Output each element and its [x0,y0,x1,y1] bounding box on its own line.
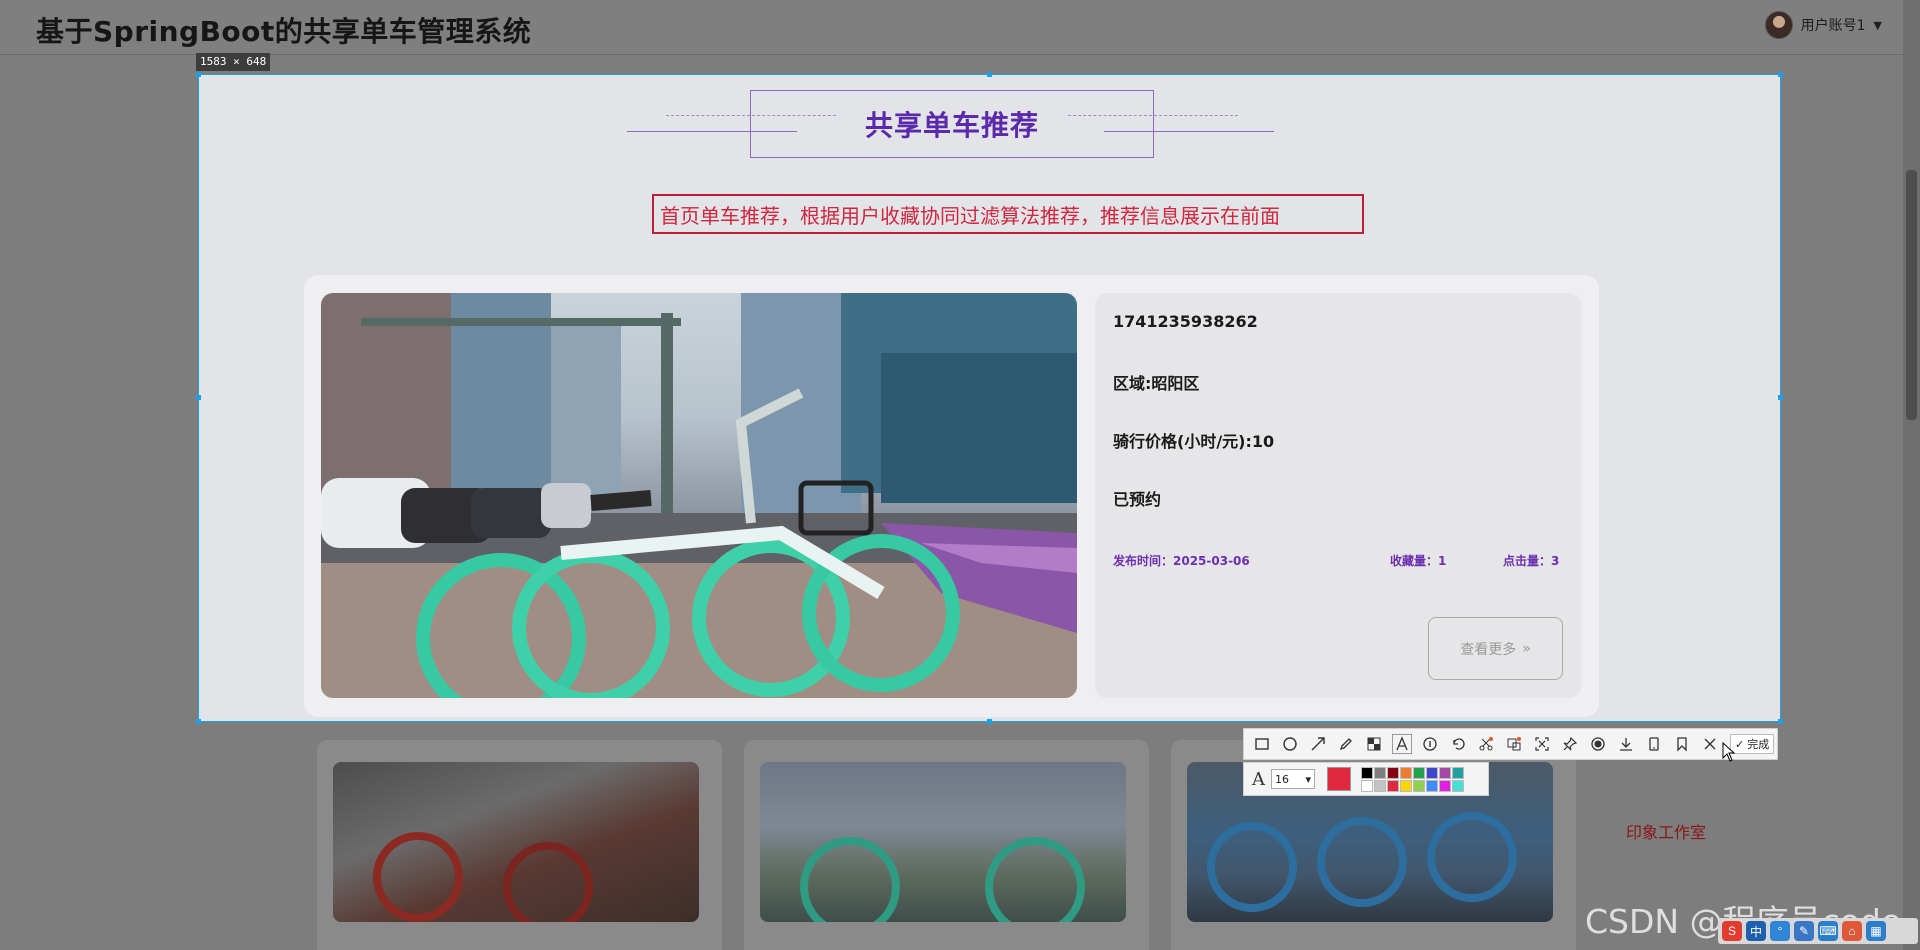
color-swatch[interactable] [1400,779,1412,792]
user-menu[interactable]: 用户账号1 ▼ [1764,11,1882,39]
user-account-label[interactable]: 用户账号1 [1801,15,1866,35]
color-swatch[interactable] [1452,779,1464,792]
bike-card[interactable] [317,740,722,950]
done-button[interactable]: ✓ 完成 [1730,734,1775,754]
color-swatch[interactable] [1426,779,1438,792]
pin-icon[interactable] [1560,734,1580,754]
double-chevron-right-icon: » [1522,640,1531,657]
resize-handle[interactable] [987,72,992,77]
home-icon[interactable]: ⌂ [1842,921,1862,941]
undo-icon[interactable] [1448,734,1468,754]
color-swatch[interactable] [1413,766,1425,779]
color-swatch[interactable] [1439,779,1451,792]
arrow-icon[interactable] [1308,734,1328,754]
favorites-count: 收藏量：1 [1390,554,1447,568]
section-title: 共享单车推荐 [864,109,1039,142]
pen-icon[interactable]: ✎ [1794,921,1814,941]
capture-toolbar: ✓ 完成 [1243,728,1778,760]
download-icon[interactable] [1616,734,1636,754]
color-swatch[interactable] [1439,766,1451,779]
annotation-text-box[interactable]: 首页单车推荐，根据用户收藏协同过滤算法推荐，推荐信息展示在前面 [652,194,1364,234]
chevron-down-icon: ▾ [1305,772,1311,786]
color-swatch[interactable] [1374,779,1386,792]
number-marker-icon[interactable] [1420,734,1440,754]
grid-icon[interactable]: ▦ [1866,921,1886,941]
bike-photo-illustration [321,293,1077,698]
text-icon[interactable] [1392,734,1412,754]
bike-id: 1741235938262 [1113,312,1258,331]
color-swatch[interactable] [1413,779,1425,792]
record-icon[interactable] [1588,734,1608,754]
phone-icon[interactable] [1644,734,1664,754]
bike-region: 区域:昭阳区 [1113,374,1200,393]
color-swatch[interactable] [1387,766,1399,779]
clicks-count: 点击量：3 [1503,554,1560,568]
mouse-cursor-icon [1722,742,1736,762]
color-swatch[interactable] [1452,766,1464,779]
mosaic-icon[interactable] [1364,734,1384,754]
font-size-select[interactable]: 16 ▾ [1271,769,1315,789]
color-swatch[interactable] [1426,766,1438,779]
color-swatch[interactable] [1361,766,1373,779]
studio-label: 印象工作室 [1626,823,1707,842]
selection-size-label: 1583 × 648 [196,53,271,71]
system-tray: S 中 ° ✎ ⌨ ⌂ ▦ [1718,918,1918,944]
view-more-label: 查看更多 [1460,641,1517,658]
view-more-button[interactable]: 查看更多 » [1428,617,1563,680]
bike-status: 已预约 [1113,490,1162,509]
bike-card[interactable] [744,740,1149,950]
featured-bike-photo[interactable] [321,293,1077,698]
scrollbar-thumb[interactable] [1906,170,1917,420]
resize-handle[interactable] [196,72,201,77]
resize-handle[interactable] [196,719,201,724]
text-style-bar: A 16 ▾ [1243,762,1489,796]
resize-handle[interactable] [196,395,201,400]
ellipse-icon[interactable] [1280,734,1300,754]
avatar[interactable] [1764,11,1793,39]
top-navbar: 基于SpringBoot的共享单车管理系统 用户账号1 ▼ [0,0,1920,55]
bike-photo[interactable] [333,762,699,922]
done-label: 完成 [1747,738,1770,751]
resize-handle[interactable] [1778,395,1783,400]
resize-handle[interactable] [1778,719,1783,724]
chevron-down-icon[interactable]: ▼ [1874,19,1882,32]
page-scrollbar[interactable] [1903,0,1920,950]
lang-icon[interactable]: 中 [1746,921,1766,941]
color-swatch[interactable] [1400,766,1412,779]
resize-handle[interactable] [987,719,992,724]
translate-icon[interactable] [1504,734,1524,754]
color-swatch[interactable] [1361,779,1373,792]
resize-handle[interactable] [1778,72,1783,77]
check-icon: ✓ [1735,737,1745,751]
bike-price: 骑行价格(小时/元):10 [1113,432,1275,451]
input-method-icon[interactable]: S [1722,921,1742,941]
publish-time: 发布时间：2025-03-06 [1113,554,1250,568]
font-icon: A [1252,768,1265,790]
font-size-value: 16 [1275,772,1289,786]
keyboard-icon[interactable]: ⌨ [1818,921,1838,941]
color-swatch[interactable] [1374,766,1386,779]
bike-photo[interactable] [760,762,1126,922]
bookmark-icon[interactable] [1672,734,1692,754]
color-palette [1361,766,1464,792]
pencil-icon[interactable] [1336,734,1356,754]
punctuation-icon[interactable]: ° [1770,921,1790,941]
close-icon[interactable] [1700,734,1720,754]
cutout-icon[interactable] [1476,734,1496,754]
site-title: 基于SpringBoot的共享单车管理系统 [36,15,532,48]
long-screenshot-icon[interactable] [1532,734,1552,754]
rectangle-icon[interactable] [1252,734,1272,754]
color-swatch[interactable] [1387,779,1399,792]
selected-color-swatch[interactable] [1327,767,1351,791]
